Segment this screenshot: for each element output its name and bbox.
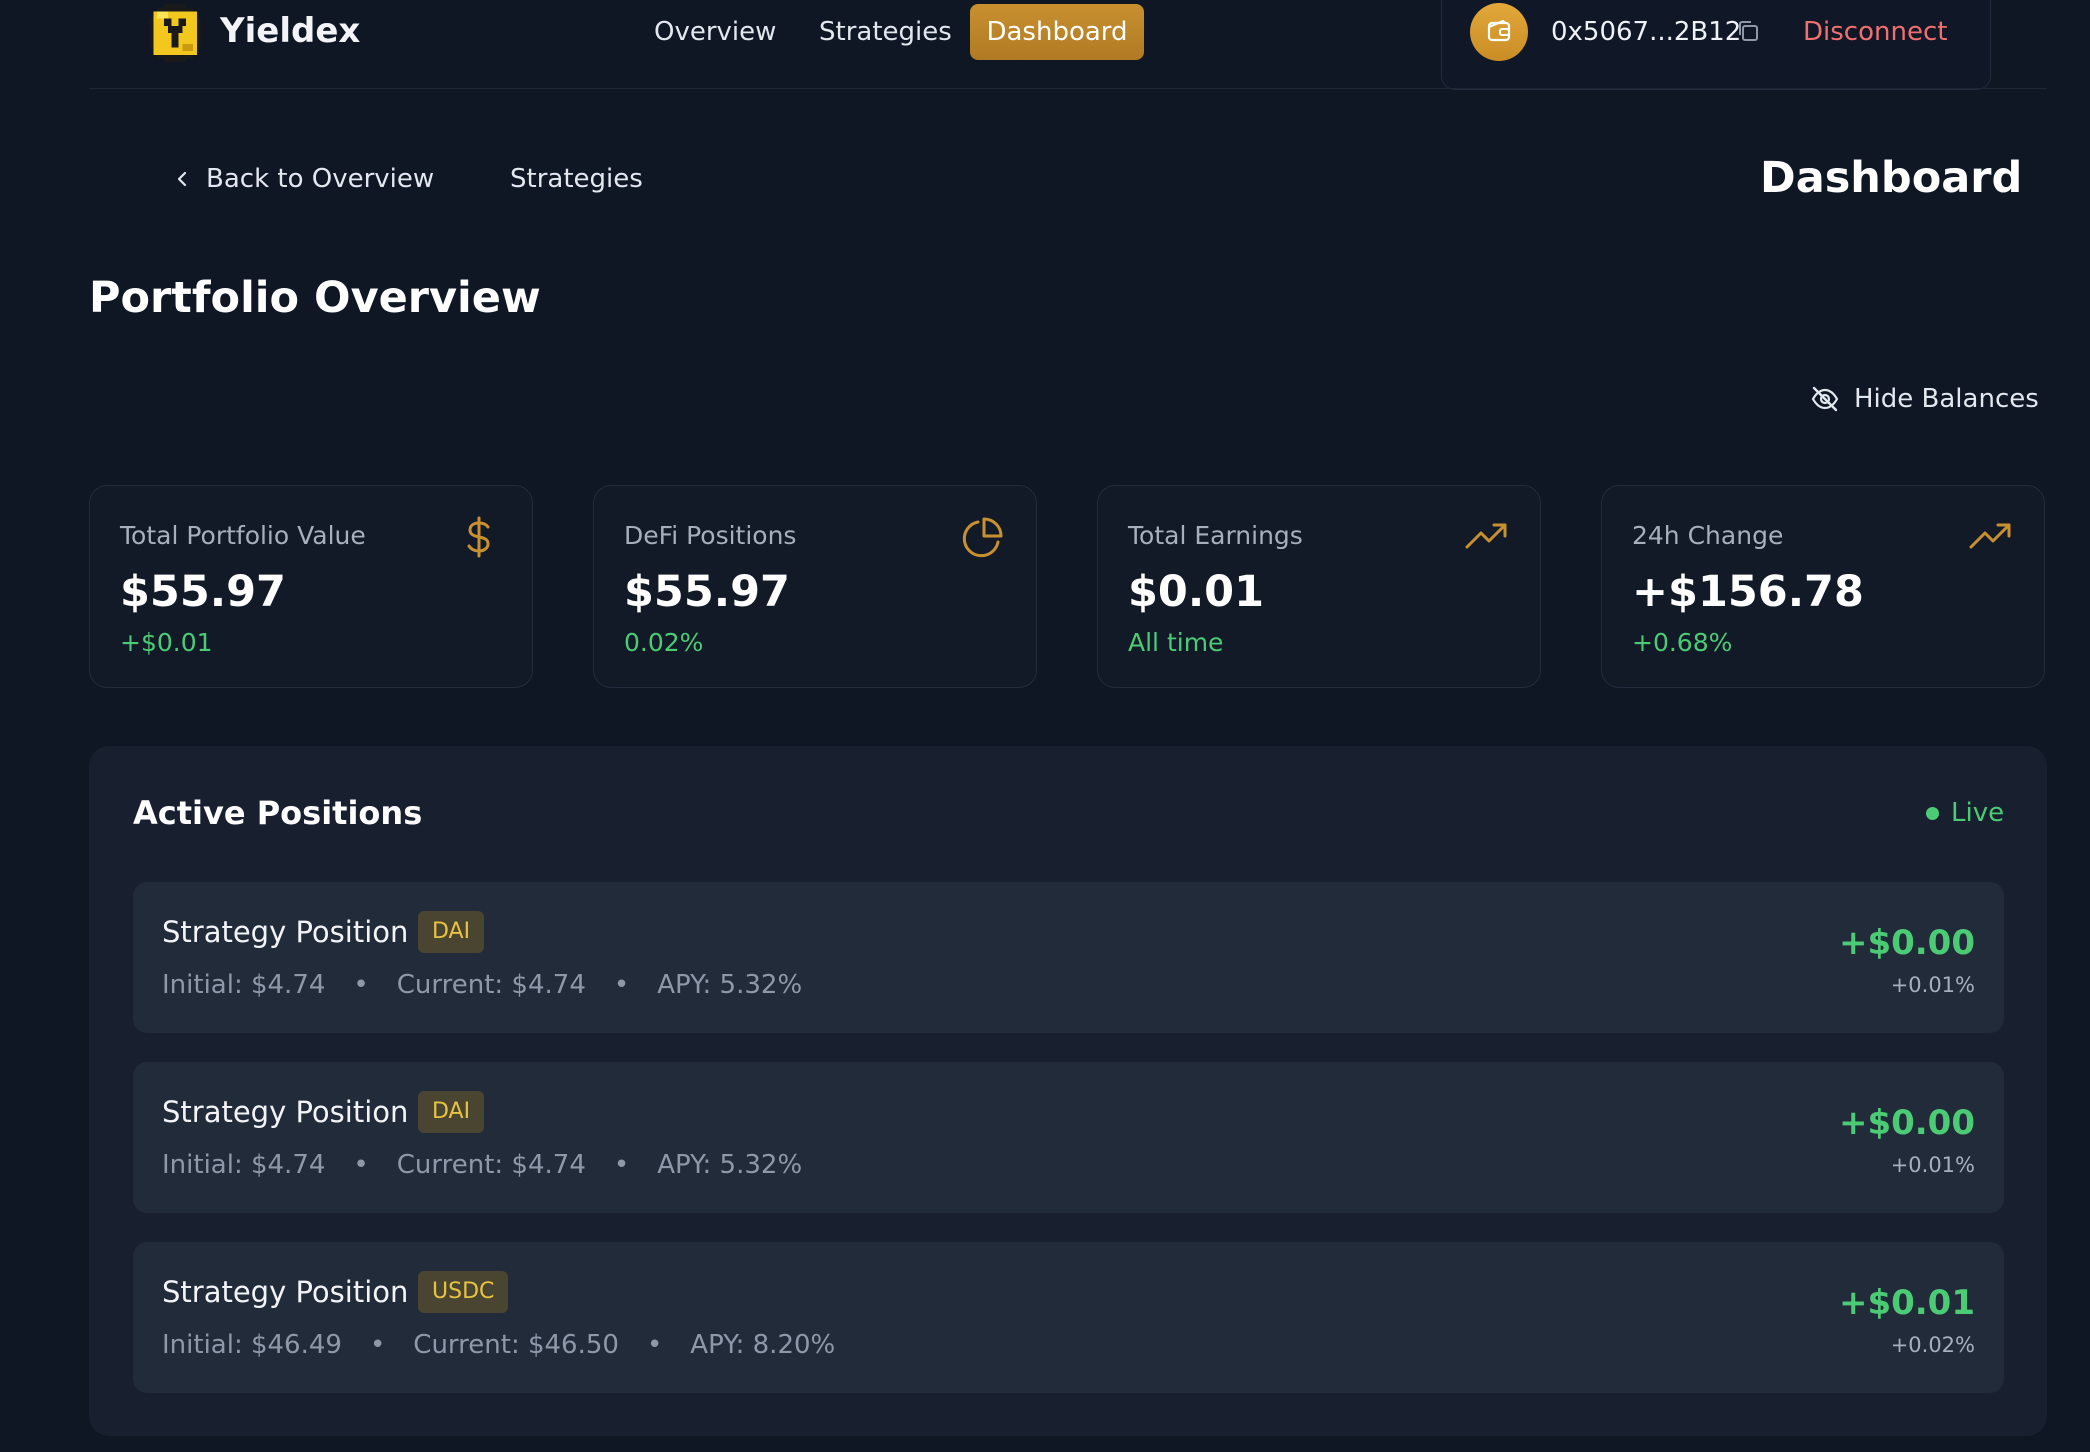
separator-dot: • (613, 1150, 630, 1180)
disconnect-button[interactable]: Disconnect (1803, 12, 1947, 52)
position-meta: Initial: $4.74 • Current: $4.74 • APY: 5… (162, 1145, 802, 1185)
copy-icon[interactable] (1735, 18, 1761, 44)
live-dot-icon (1926, 806, 1939, 820)
back-to-overview-link[interactable]: Back to Overview (172, 158, 434, 200)
stat-card-defi-positions: DeFi Positions $55.97 0.02% (593, 485, 1037, 688)
stat-value: $0.01 (1128, 567, 1265, 617)
nav-strategies[interactable]: Strategies (819, 12, 952, 52)
stat-card-24h-change: 24h Change +$156.78 +0.68% (1601, 485, 2045, 688)
stat-label: DeFi Positions (624, 521, 797, 550)
trending-up-icon (1465, 523, 1507, 549)
hide-balances-button[interactable]: Hide Balances (1810, 378, 2039, 420)
subnav-strategies-link[interactable]: Strategies (510, 158, 643, 200)
position-gain-percent: +0.02% (1890, 1333, 1975, 1357)
wallet-avatar (1470, 3, 1528, 61)
position-name: Strategy Position (162, 1275, 409, 1309)
position-apy: APY: 5.32% (657, 970, 803, 1000)
trending-up-icon (1969, 523, 2011, 549)
stat-sub: All time (1128, 628, 1224, 657)
position-meta: Initial: $46.49 • Current: $46.50 • APY:… (162, 1325, 835, 1365)
position-initial: Initial: $4.74 (162, 1150, 326, 1180)
chevron-left-icon (177, 171, 187, 187)
brand-name[interactable]: Yieldex (220, 6, 360, 56)
nav-dashboard[interactable]: Dashboard (970, 4, 1144, 60)
position-gain: +$0.01 (1838, 1283, 1975, 1323)
position-gain: +$0.00 (1838, 923, 1975, 963)
pie-chart-icon (962, 517, 1003, 558)
stat-sub: +0.68% (1632, 628, 1733, 657)
token-badge: DAI (418, 911, 485, 953)
stat-label: Total Portfolio Value (120, 521, 366, 550)
position-initial: Initial: $4.74 (162, 970, 326, 1000)
position-gain-percent: +0.01% (1890, 1153, 1975, 1177)
position-name: Strategy Position (162, 915, 409, 949)
position-meta: Initial: $4.74 • Current: $4.74 • APY: 5… (162, 965, 802, 1005)
separator-dot: • (613, 970, 630, 1000)
stat-label: Total Earnings (1128, 521, 1303, 550)
stat-sub: +$0.01 (120, 628, 213, 657)
stat-card-total-portfolio: Total Portfolio Value $55.97 +$0.01 (89, 485, 533, 688)
stat-label: 24h Change (1632, 521, 1784, 550)
position-gain-percent: +0.01% (1890, 973, 1975, 997)
position-current: Current: $46.50 (413, 1330, 619, 1360)
position-gain: +$0.00 (1838, 1103, 1975, 1143)
separator-dot: • (353, 1150, 369, 1180)
position-current: Current: $4.74 (396, 970, 586, 1000)
wallet-address: 0x5067...2B12 (1551, 17, 1742, 47)
portfolio-overview-title: Portfolio Overview (89, 273, 541, 323)
position-apy: APY: 8.20% (690, 1330, 836, 1360)
stat-value: +$156.78 (1632, 567, 1864, 617)
separator-dot: • (646, 1330, 663, 1360)
position-row[interactable]: Strategy Position USDC Initial: $46.49 •… (133, 1242, 2004, 1393)
position-apy: APY: 5.32% (657, 1150, 803, 1180)
token-badge: DAI (418, 1091, 485, 1133)
eye-off-icon (1811, 386, 1839, 412)
position-current: Current: $4.74 (396, 1150, 586, 1180)
stat-value: $55.97 (120, 567, 286, 617)
hide-balances-label: Hide Balances (1854, 384, 2039, 414)
stat-sub: 0.02% (624, 628, 704, 657)
page-title: Dashboard (1760, 153, 2023, 203)
back-link-label: Back to Overview (206, 164, 435, 194)
nav-overview[interactable]: Overview (654, 12, 776, 52)
stat-card-total-earnings: Total Earnings $0.01 All time (1097, 485, 1541, 688)
position-name: Strategy Position (162, 1095, 409, 1129)
header-divider (89, 88, 2047, 89)
yieldex-logo-icon[interactable] (146, 4, 204, 62)
live-status: Live (1926, 793, 2004, 833)
dollar-icon (467, 516, 490, 558)
separator-dot: • (369, 1330, 386, 1360)
position-initial: Initial: $46.49 (162, 1330, 342, 1360)
live-label: Live (1951, 798, 2005, 828)
active-positions-title: Active Positions (133, 794, 423, 832)
separator-dot: • (353, 970, 369, 1000)
wallet-icon (1487, 19, 1511, 42)
token-badge: USDC (418, 1271, 509, 1313)
position-row[interactable]: Strategy Position DAI Initial: $4.74 • C… (133, 882, 2004, 1033)
position-row[interactable]: Strategy Position DAI Initial: $4.74 • C… (133, 1062, 2004, 1213)
stat-value: $55.97 (624, 567, 790, 617)
